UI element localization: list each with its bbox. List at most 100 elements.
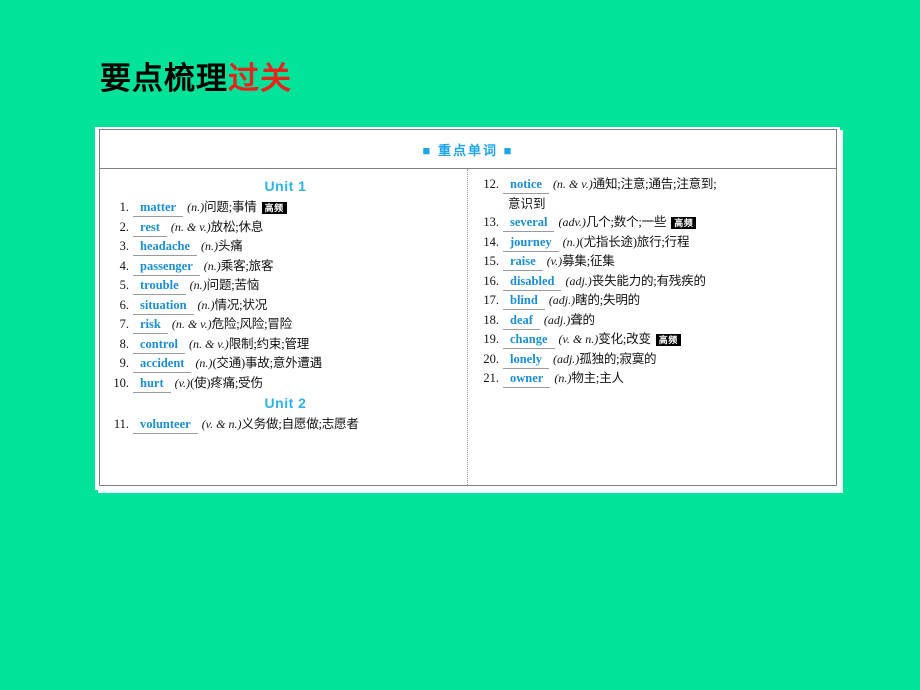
entry-definition: 乘客;旅客: [220, 258, 274, 273]
entry-word-blank[interactable]: volunteer: [133, 416, 198, 435]
vocab-entry: 15raise(v.)募集;征集: [480, 253, 830, 271]
entry-part-of-speech: (n.): [187, 200, 205, 215]
entry-word-blank[interactable]: change: [503, 331, 555, 349]
page-title-accent: 过关: [228, 61, 292, 96]
card-header: ■ 重点单词 ■: [100, 130, 836, 169]
vocab-entry: 5trouble(n.)问题;苦恼: [110, 277, 461, 296]
entry-word-blank[interactable]: notice: [503, 176, 549, 194]
entry-part-of-speech: (adj.): [565, 273, 592, 288]
entry-part-of-speech: (n.): [203, 258, 221, 273]
entry-part-of-speech: (n. & v.): [171, 317, 212, 332]
entry-word-blank[interactable]: lonely: [503, 351, 549, 369]
entry-word-blank[interactable]: headache: [133, 238, 197, 257]
entry-word-blank[interactable]: disabled: [503, 273, 562, 291]
entry-word-blank[interactable]: trouble: [133, 277, 186, 296]
entry-number: 18: [480, 312, 499, 328]
entry-word-blank[interactable]: several: [503, 214, 555, 232]
right-column: 12notice(n. & v.)通知;注意;通告;注意到; 意识到 13sever…: [468, 169, 836, 485]
entry-part-of-speech: (adv.): [558, 215, 586, 229]
vocab-entry: 10hurt(v.)(使)疼痛;受伤: [110, 375, 461, 393]
entry-number: 6: [110, 297, 129, 313]
entry-definition: (尤指长途)旅行;行程: [579, 234, 690, 249]
vocab-entry: 16disabled(adj.)丧失能力的;有残疾的: [480, 273, 830, 291]
vocab-entry: 19change(v. & n.)变化;改变高频: [480, 331, 830, 349]
entry-part-of-speech: (n.): [554, 371, 572, 385]
high-frequency-badge: 高频: [655, 334, 681, 346]
entry-part-of-speech: (n. & v.): [170, 219, 211, 234]
page-title: 要点梳理过关: [100, 53, 292, 98]
vocabulary-card: ■ 重点单词 ■ Unit 1 1matter(n.)问题;事情高频2rest(…: [99, 129, 837, 486]
entry-number: 5: [110, 277, 129, 293]
entry-definition: 义务做;自愿做;志愿者: [241, 417, 359, 432]
entry-word-blank[interactable]: rest: [133, 219, 167, 237]
vocab-entry: 6situation(n.)情况;状况: [110, 297, 461, 315]
vocab-entry: 20lonely(adj.)孤独的;寂寞的: [480, 351, 830, 369]
entry-number: 4: [110, 258, 129, 274]
entry-definition: 丧失能力的;有残疾的: [591, 273, 706, 288]
entry-part-of-speech: (v. & n.): [558, 332, 599, 346]
entry-number: 9: [110, 355, 129, 371]
entry-part-of-speech: (n.): [195, 356, 213, 371]
entry-part-of-speech: (n.): [201, 239, 218, 254]
entry-number: 3: [110, 238, 129, 254]
entry-definition: (使)疼痛;受伤: [190, 375, 263, 390]
entry-part-of-speech: (adj.): [552, 351, 580, 366]
vocab-entry: 2rest(n. & v.)放松;休息: [110, 219, 461, 237]
entry-word-blank[interactable]: deaf: [503, 312, 540, 330]
entry-word-blank[interactable]: journey: [503, 234, 559, 252]
entry-word-blank[interactable]: situation: [133, 297, 194, 315]
entry-word-blank[interactable]: control: [133, 336, 185, 354]
entry-part-of-speech: (v.): [546, 254, 563, 268]
left-entry-list-unit2: 11volunteer(v. & n.)义务做;自愿做;志愿者: [110, 416, 461, 435]
vocab-entry: 4passenger(n.)乘客;旅客: [110, 258, 461, 276]
vocab-entry: 12notice(n. & v.)通知;注意;通告;注意到;: [480, 176, 830, 194]
entry-part-of-speech: (v. & n.): [201, 417, 242, 432]
entry-definition: (交通)事故;意外遭遇: [212, 356, 323, 371]
entry-word-blank[interactable]: raise: [503, 253, 543, 271]
entry-word-blank[interactable]: owner: [503, 370, 551, 388]
entry-number: 10: [110, 375, 129, 391]
vocab-entry: 21owner(n.)物主;主人: [480, 370, 830, 388]
entry-definition: 孤独的;寂寞的: [579, 351, 657, 366]
entry-number: 12: [480, 176, 499, 192]
entry-definition: 物主;主人: [571, 371, 624, 385]
entry-word-blank[interactable]: passenger: [133, 258, 200, 276]
entry-definition: 危险;风险;冒险: [211, 317, 293, 332]
entry-part-of-speech: (n. & v.): [188, 336, 229, 351]
entry-part-of-speech: (adj.): [548, 293, 576, 307]
entry-definition: 限制;约束;管理: [228, 336, 310, 351]
entry-word-blank[interactable]: matter: [133, 199, 184, 218]
entry-number: 20: [480, 351, 499, 367]
entry-number: 11: [110, 416, 129, 432]
vocab-entry: 14journey(n.)(尤指长途)旅行;行程: [480, 234, 830, 252]
entry-word-blank[interactable]: hurt: [133, 375, 171, 393]
entry-number: 19: [480, 331, 499, 347]
entry-part-of-speech: (n.): [197, 297, 215, 312]
entry-number: 1: [110, 199, 129, 215]
entry-word-blank[interactable]: blind: [503, 292, 545, 310]
entry-definition: 几个;数个;一些: [585, 215, 667, 229]
page-title-main: 要点梳理: [100, 61, 228, 96]
vocab-entry: 7risk(n. & v.)危险;风险;冒险: [110, 316, 461, 335]
unit-heading-1: Unit 1: [264, 178, 307, 194]
entry-definition: 问题;事情: [204, 200, 257, 215]
unit-heading-2: Unit 2: [264, 394, 307, 411]
entry-definition: 瞎的;失明的: [575, 293, 640, 307]
vocab-entry: 1matter(n.)问题;事情高频: [110, 199, 461, 218]
high-frequency-badge: 高频: [671, 217, 697, 229]
entry-number: 15: [480, 253, 499, 269]
vocab-entry: 9accident(n.)(交通)事故;意外遭遇: [110, 355, 461, 374]
entry-definition: 通知;注意;通告;注意到;: [592, 177, 717, 191]
entry-definition: 放松;休息: [210, 219, 264, 234]
entry-definition: 头痛: [218, 239, 243, 254]
left-entry-list: 1matter(n.)问题;事情高频2rest(n. & v.)放松;休息3he…: [110, 199, 461, 393]
entry-word-blank[interactable]: risk: [133, 316, 168, 335]
entry-definition-continuation: 意识到: [508, 196, 546, 211]
entry-number: 21: [480, 370, 499, 386]
entry-word-blank[interactable]: accident: [133, 355, 192, 374]
entry-part-of-speech: (adj.): [543, 312, 571, 327]
vocab-entry: 13several(adv.)几个;数个;一些高频: [480, 214, 830, 232]
entry-number: 13: [480, 214, 499, 230]
entry-part-of-speech: (n. & v.): [552, 177, 593, 191]
entry-part-of-speech: (v.): [174, 375, 191, 390]
